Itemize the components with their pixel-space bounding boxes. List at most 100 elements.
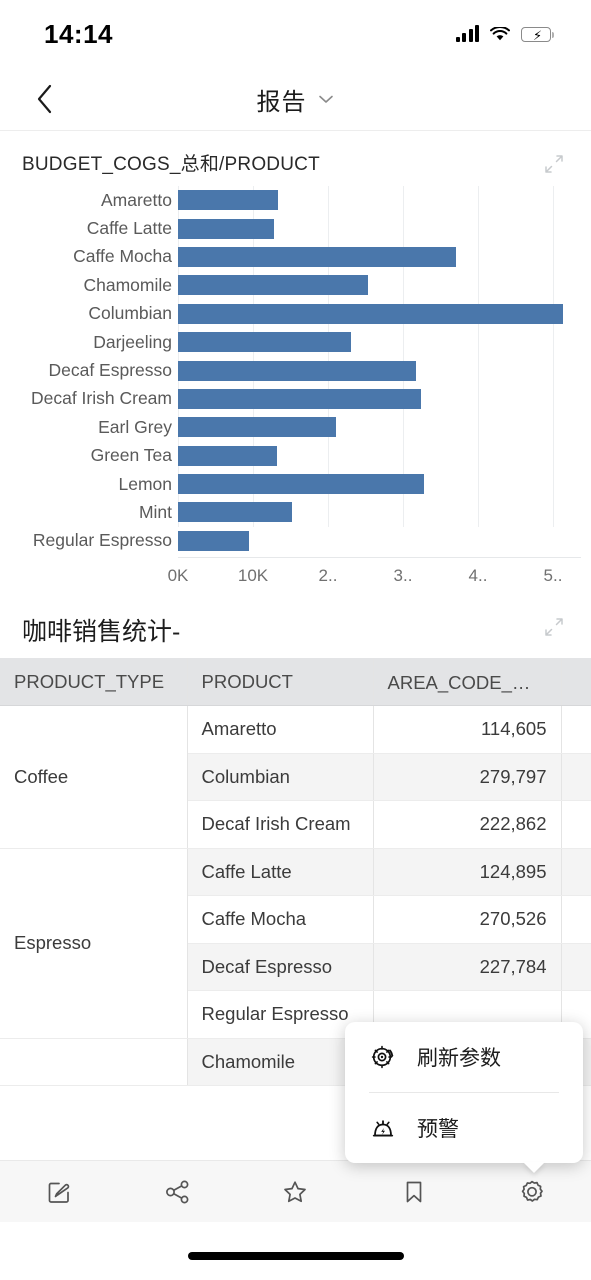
bar-track <box>178 470 581 498</box>
chevron-down-icon[interactable] <box>317 93 335 105</box>
bar-track <box>178 328 581 356</box>
report-scroll-area[interactable]: BUDGET_COGS_总和/PRODUCT Amaretto Caffe Lat… <box>0 131 591 1137</box>
table-cell-product: Decaf Espresso <box>187 943 374 991</box>
bar-row[interactable]: Columbian <box>0 300 581 328</box>
bar-track <box>178 442 581 470</box>
table-header-row: PRODUCT_TYPE PRODUCT AREA_CODE_总和 <box>0 658 591 706</box>
bar-row[interactable]: Lemon <box>0 470 581 498</box>
bookmark-button[interactable] <box>384 1167 444 1217</box>
table-cell-area-code-sum: 270,526 <box>373 895 562 944</box>
menu-item-refresh-parameters[interactable]: 刷新参数 <box>345 1022 583 1092</box>
bar-category-label: Caffe Latte <box>86 218 172 239</box>
bar-track <box>178 300 581 328</box>
bar-category-label: Decaf Espresso <box>48 360 172 381</box>
table-group-cell: Coffee <box>0 705 188 849</box>
favorite-button[interactable] <box>265 1167 325 1217</box>
wifi-icon <box>490 26 510 42</box>
bar[interactable] <box>178 502 292 523</box>
bar[interactable] <box>178 275 368 296</box>
menu-pointer <box>523 1162 545 1173</box>
share-button[interactable] <box>147 1167 207 1217</box>
bookmark-icon <box>401 1178 427 1206</box>
x-axis: 0K 10K 2.. 3.. 4.. 5.. <box>168 557 581 591</box>
bar[interactable] <box>178 530 250 551</box>
bar[interactable] <box>178 303 563 324</box>
bar-row[interactable]: Caffe Latte <box>0 214 581 242</box>
bar[interactable] <box>178 388 421 409</box>
table-column-header[interactable]: PRODUCT <box>187 658 374 706</box>
nav-title-group[interactable]: 报告 <box>0 82 591 117</box>
bottom-toolbar <box>0 1160 591 1222</box>
bar-row[interactable]: Amaretto <box>0 186 581 214</box>
page-title: 报告 <box>256 88 307 116</box>
bar[interactable] <box>178 190 278 211</box>
status-indicators: ⚡ <box>455 25 555 43</box>
bar-row[interactable]: Green Tea <box>0 442 581 470</box>
menu-item-label: 预警 <box>417 1118 459 1141</box>
table-group-cell: Espresso <box>0 848 188 1039</box>
bar[interactable] <box>178 218 274 239</box>
table-cell-area-code-sum: 222,862 <box>373 800 562 849</box>
bar-category-label: Darjeeling <box>93 331 172 352</box>
bar-category-label: Decaf Irish Cream <box>30 388 172 409</box>
bar-category-label: Mint <box>138 501 172 522</box>
chevron-left-icon <box>35 83 55 115</box>
settings-button[interactable] <box>502 1167 562 1217</box>
signal-bars-icon <box>455 25 479 42</box>
bar[interactable] <box>178 360 416 381</box>
bar-category-label: Caffe Mocha <box>73 246 172 267</box>
x-axis-tick-label: 4.. <box>468 566 488 586</box>
back-button[interactable] <box>24 78 66 120</box>
bar-row[interactable]: Darjeeling <box>0 328 581 356</box>
table-title: 咖啡销售统计- <box>22 618 181 646</box>
chart-card-header: BUDGET_COGS_总和/PRODUCT <box>0 131 591 182</box>
table-card: 咖啡销售统计- PRODUCT_TYPE PRODUCT AREA_CODE_总和 … <box>0 594 591 1086</box>
table-cell-extra <box>561 705 591 754</box>
table-column-header[interactable]: PRODUCT_TYPE <box>0 658 188 706</box>
bar-track <box>178 243 581 271</box>
bar-track <box>178 356 581 384</box>
bar-row[interactable]: Earl Grey <box>0 413 581 441</box>
table-column-header[interactable]: AREA_CODE_总和 <box>373 658 562 706</box>
bar[interactable] <box>178 417 336 438</box>
bar-category-label: Regular Espresso <box>32 530 172 551</box>
bar-row[interactable]: Caffe Mocha <box>0 243 581 271</box>
table-cell-product: Decaf Irish Cream <box>187 800 374 849</box>
bar-chart[interactable]: Amaretto Caffe Latte Caffe Mocha Chamomile C… <box>0 182 591 585</box>
table-group-cell <box>0 1038 188 1086</box>
table-row[interactable]: Espresso Caffe Latte 124,895 <box>0 848 591 1039</box>
bar[interactable] <box>178 445 277 466</box>
status-time: 14:14 <box>44 18 113 49</box>
bar-track <box>178 271 581 299</box>
table-cell-area-code-sum: 124,895 <box>373 848 562 896</box>
gear-icon <box>518 1178 546 1206</box>
table-column-header[interactable] <box>561 658 591 706</box>
home-indicator <box>187 1252 404 1260</box>
table-header: PRODUCT_TYPE PRODUCT AREA_CODE_总和 <box>0 658 591 706</box>
table-cell-product: Caffe Latte <box>187 848 374 896</box>
bar-row[interactable]: Regular Espresso <box>0 527 581 555</box>
table-cell-extra <box>561 753 591 801</box>
refresh-parameters-icon <box>369 1043 397 1071</box>
bar-row[interactable]: Mint <box>0 498 581 526</box>
bar-track <box>178 385 581 413</box>
expand-arrow-icon[interactable] <box>543 149 569 175</box>
status-bar: 14:14 ⚡ <box>0 0 591 68</box>
bar-row[interactable]: Decaf Espresso <box>0 356 581 384</box>
expand-arrow-icon[interactable] <box>543 612 569 638</box>
table-cell-area-code-sum: 227,784 <box>373 943 562 991</box>
bar-rows: Amaretto Caffe Latte Caffe Mocha Chamomile C… <box>0 186 581 555</box>
x-axis-tick-label: 0K <box>167 566 189 586</box>
context-menu[interactable]: 刷新参数 预警 <box>345 1022 583 1173</box>
bar[interactable] <box>178 332 351 353</box>
bar-row[interactable]: Chamomile <box>0 271 581 299</box>
annotate-button[interactable] <box>29 1167 89 1217</box>
table-cell-extra <box>561 895 591 944</box>
star-icon <box>281 1178 309 1206</box>
menu-item-alert[interactable]: 预警 <box>345 1093 583 1163</box>
bar[interactable] <box>178 474 424 495</box>
bar[interactable] <box>178 246 457 267</box>
table-row[interactable]: Coffee Amaretto 114,605 <box>0 705 591 849</box>
chart-title: BUDGET_COGS_总和/PRODUCT <box>22 154 320 175</box>
bar-row[interactable]: Decaf Irish Cream <box>0 385 581 413</box>
